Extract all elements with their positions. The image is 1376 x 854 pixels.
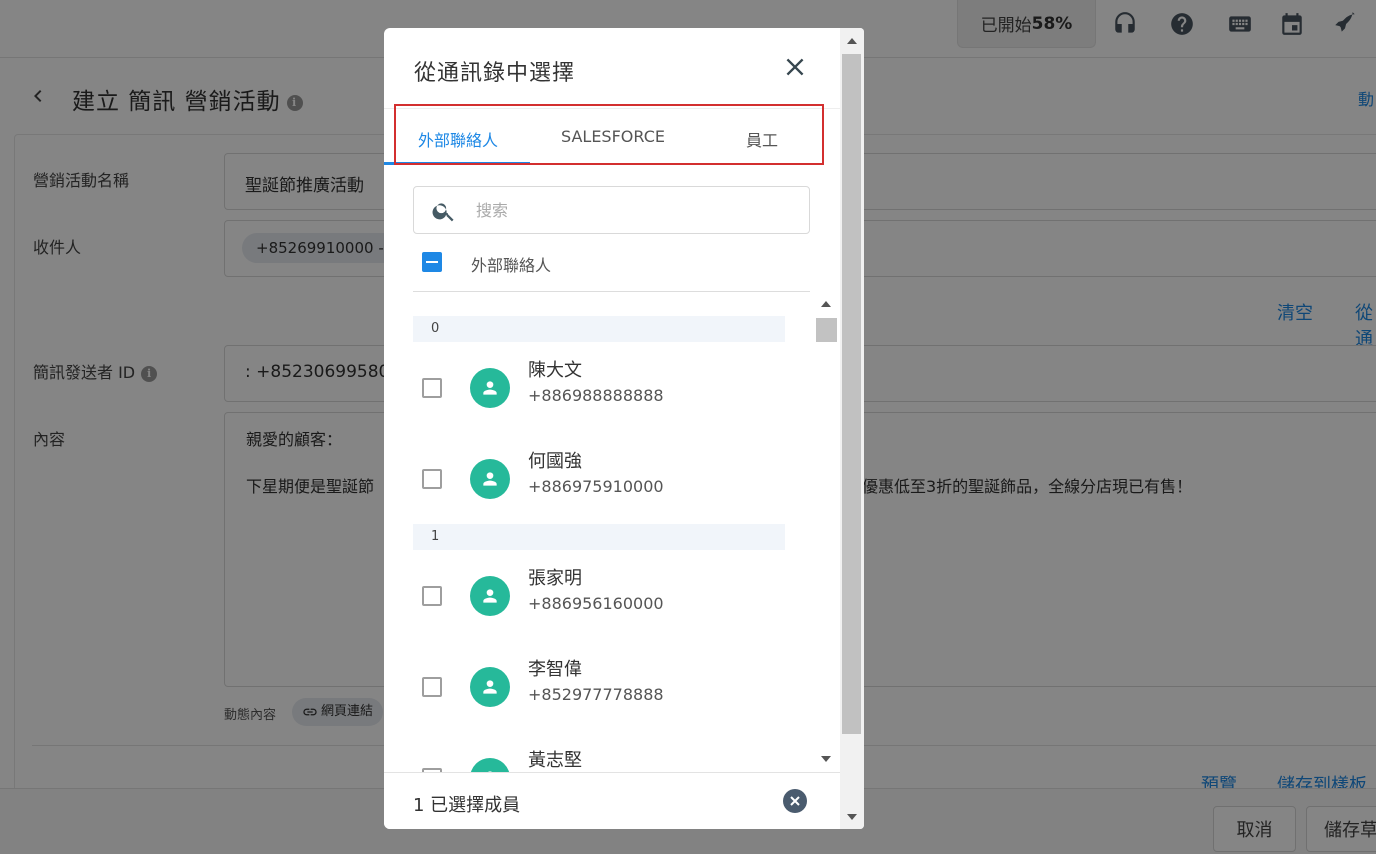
person-icon bbox=[483, 381, 497, 395]
group-label: 外部聯絡人 bbox=[471, 256, 552, 275]
contact-name: 何國強 bbox=[528, 451, 582, 472]
avatar bbox=[470, 576, 510, 616]
dialog-footer: 1 已選擇成員 bbox=[384, 772, 840, 829]
person-icon bbox=[483, 472, 497, 486]
list-item[interactable]: 何國強 +886975910000 bbox=[413, 442, 785, 532]
avatar bbox=[470, 368, 510, 408]
selected-count: 1 已選擇成員 bbox=[413, 795, 521, 816]
clear-selection-icon[interactable] bbox=[783, 789, 807, 813]
contact-checkbox[interactable] bbox=[422, 677, 442, 697]
contact-phone: +886988888888 bbox=[528, 386, 664, 405]
contact-picker-dialog: 從通訊錄中選擇 外部聯絡人 SALESFORCE 員工 外部聯絡人 0 陳大文 … bbox=[384, 28, 864, 829]
contact-checkbox[interactable] bbox=[422, 378, 442, 398]
tabs-highlight-box bbox=[394, 104, 824, 165]
contact-name: 張家明 bbox=[528, 568, 582, 589]
person-icon bbox=[483, 589, 497, 603]
contact-phone: +886975910000 bbox=[528, 477, 664, 496]
avatar bbox=[470, 459, 510, 499]
close-icon[interactable] bbox=[782, 54, 808, 80]
list-scroll-down-icon[interactable] bbox=[821, 756, 831, 762]
contact-name: 黃志堅 bbox=[528, 750, 582, 771]
contact-list: 0 陳大文 +886988888888 何國強 +886975910000 1 … bbox=[413, 292, 840, 772]
avatar bbox=[470, 758, 510, 772]
list-item[interactable]: 張家明 +886956160000 bbox=[413, 559, 785, 649]
section-header: 0 bbox=[413, 316, 785, 342]
select-all-checkbox[interactable] bbox=[422, 252, 442, 272]
contact-phone: +852977778888 bbox=[528, 685, 664, 704]
list-scrollbar[interactable] bbox=[815, 294, 839, 770]
list-item[interactable]: 李智偉 +852977778888 bbox=[413, 650, 785, 740]
dialog-title: 從通訊錄中選擇 bbox=[414, 61, 576, 86]
list-scroll-thumb[interactable] bbox=[816, 318, 837, 342]
contact-name: 陳大文 bbox=[528, 360, 582, 381]
list-scroll-up-icon[interactable] bbox=[821, 301, 831, 307]
person-icon bbox=[483, 680, 497, 694]
dialog-scroll-thumb[interactable] bbox=[842, 54, 861, 734]
contact-checkbox[interactable] bbox=[422, 586, 442, 606]
section-header: 1 bbox=[413, 524, 785, 550]
contact-phone: +886956160000 bbox=[528, 594, 664, 613]
dialog-scroll-down-icon[interactable] bbox=[847, 814, 857, 820]
list-item[interactable]: 黃志堅 bbox=[413, 741, 785, 772]
list-item[interactable]: 陳大文 +886988888888 bbox=[413, 351, 785, 441]
contact-checkbox[interactable] bbox=[422, 469, 442, 489]
search-input[interactable] bbox=[476, 195, 796, 225]
search-box[interactable] bbox=[413, 186, 810, 234]
search-icon bbox=[432, 203, 454, 222]
dialog-scroll-up-icon[interactable] bbox=[847, 38, 857, 44]
contact-name: 李智偉 bbox=[528, 659, 582, 680]
avatar bbox=[470, 667, 510, 707]
